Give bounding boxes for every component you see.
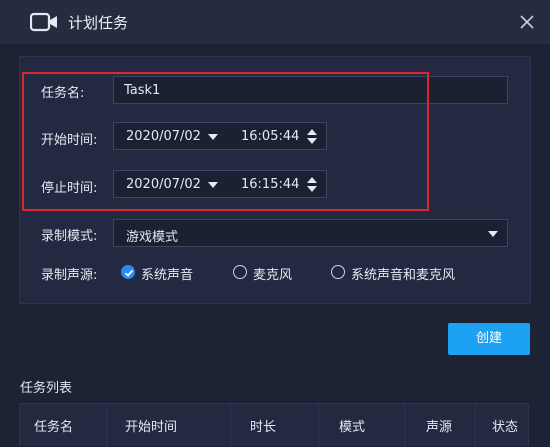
stop-time-value[interactable]: 16:15:44 xyxy=(241,177,299,192)
start-time-label: 开始时间: xyxy=(41,133,98,148)
task-list-table: 任务名 开始时间 时长 模式 声源 状态 xyxy=(19,403,529,447)
stop-time-picker[interactable]: 2020/07/02 16:15:44 xyxy=(113,170,327,198)
column-header[interactable]: 时长 xyxy=(250,416,276,435)
start-time-value[interactable]: 16:05:44 xyxy=(241,129,299,144)
spin-up-icon[interactable] xyxy=(307,177,317,183)
radio-unchecked-icon[interactable] xyxy=(331,265,345,279)
column-header[interactable]: 声源 xyxy=(426,416,452,435)
column-header[interactable]: 模式 xyxy=(339,416,365,435)
spin-down-icon[interactable] xyxy=(307,138,317,144)
chevron-down-icon[interactable] xyxy=(488,231,498,237)
radio-label: 系统声音 xyxy=(141,268,194,283)
stop-time-label: 停止时间: xyxy=(41,181,98,196)
task-name-input[interactable] xyxy=(113,76,508,104)
column-header[interactable]: 开始时间 xyxy=(125,416,177,435)
column-divider xyxy=(106,404,107,447)
start-date-dropdown-icon[interactable] xyxy=(208,134,218,140)
record-mode-select[interactable]: 游戏模式 xyxy=(113,219,508,247)
radio-label: 麦克风 xyxy=(253,268,293,283)
camera-icon xyxy=(30,12,57,32)
spin-up-icon[interactable] xyxy=(307,129,317,135)
start-date-value[interactable]: 2020/07/02 xyxy=(126,129,201,144)
column-divider xyxy=(404,404,405,447)
stop-time-spinner[interactable] xyxy=(307,177,317,193)
task-name-label: 任务名: xyxy=(41,86,85,101)
column-divider xyxy=(230,404,231,447)
column-divider xyxy=(318,404,319,447)
record-mode-value: 游戏模式 xyxy=(126,230,179,245)
column-header[interactable]: 状态 xyxy=(492,416,518,435)
record-mode-label: 录制模式: xyxy=(41,229,98,244)
title-bar: 计划任务 xyxy=(0,0,550,44)
audio-source-label: 录制声源: xyxy=(41,268,98,283)
close-icon[interactable] xyxy=(515,10,539,34)
radio-unchecked-icon[interactable] xyxy=(233,265,247,279)
create-button[interactable]: 创建 xyxy=(448,323,530,355)
start-time-spinner[interactable] xyxy=(307,129,317,145)
column-header[interactable]: 任务名 xyxy=(34,416,73,435)
radio-label: 系统声音和麦克风 xyxy=(351,268,456,283)
task-list-title: 任务列表 xyxy=(20,381,73,396)
window-title: 计划任务 xyxy=(68,14,129,32)
column-divider xyxy=(475,404,476,447)
spin-down-icon[interactable] xyxy=(307,186,317,192)
start-time-picker[interactable]: 2020/07/02 16:05:44 xyxy=(113,122,327,150)
stop-date-value[interactable]: 2020/07/02 xyxy=(126,177,201,192)
stop-date-dropdown-icon[interactable] xyxy=(208,182,218,188)
radio-checked-icon[interactable] xyxy=(121,265,135,279)
